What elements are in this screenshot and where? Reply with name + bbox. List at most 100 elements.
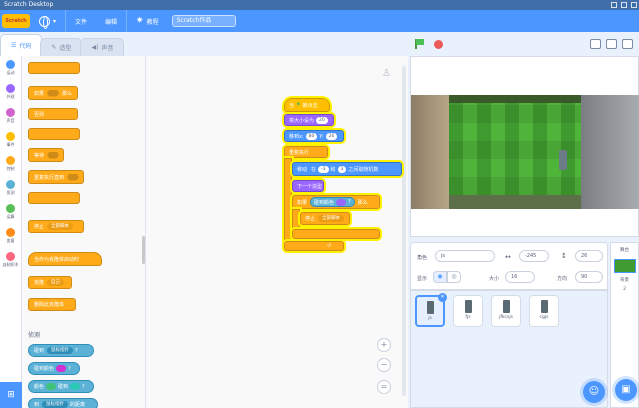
palette-block-stop[interactable]: 停止 全部脚本 [28, 220, 84, 233]
add-backdrop-button[interactable]: ▣ [615, 379, 637, 401]
zoom-reset-button[interactable]: = [377, 380, 391, 394]
question-mark: ? [68, 365, 71, 372]
stop-dropdown[interactable]: 全部脚本 [47, 223, 74, 230]
category-item[interactable]: 事件 [0, 128, 21, 152]
script-block-when-flag[interactable]: 当 ⚑ 被点击 [284, 98, 330, 112]
house-sprite [411, 95, 449, 209]
sprite-thumbnail[interactable]: fjs [453, 295, 483, 327]
color-swatch[interactable] [70, 383, 81, 390]
category-item[interactable]: 外观 [0, 80, 21, 104]
block-text: 克隆 [34, 280, 45, 286]
palette-block-repeat-until[interactable]: 重复执行直到 [28, 170, 84, 184]
sprite-thumbnail[interactable]: jfkcsjs [491, 295, 521, 327]
color-swatch[interactable] [56, 365, 67, 372]
large-stage-icon[interactable] [606, 39, 617, 49]
sprite-name-input[interactable]: js [435, 250, 495, 262]
maximize-icon[interactable] [621, 2, 627, 8]
edit-menu[interactable]: 编辑 [96, 10, 126, 32]
script-block-stop[interactable]: 停止 全部脚本 [300, 212, 350, 225]
close-icon[interactable] [631, 2, 637, 8]
color-swatch[interactable] [46, 383, 57, 390]
tab-sounds[interactable]: ◀) 声音 [80, 38, 125, 56]
y-input[interactable]: 26 [325, 132, 338, 140]
palette-scrollbar[interactable] [142, 236, 145, 264]
category-item[interactable]: 运算 [0, 200, 21, 224]
palette-block-c-end[interactable] [28, 128, 80, 140]
palette-block-else[interactable]: 否则 [28, 108, 78, 120]
zoom-out-button[interactable]: − [377, 358, 391, 372]
add-sprite-button[interactable]: ☺ [583, 381, 605, 403]
menu-bar: Scratch ▾ 文件 编辑 ✷ 教程 Scratch作品 [0, 10, 639, 32]
script-block-next-costume[interactable]: 下一个造型 [292, 180, 324, 192]
palette-block-distance[interactable]: 到鼠标指针 的距离 [28, 398, 98, 408]
sprite-image [540, 300, 548, 313]
sprite-size-input[interactable]: 16 [505, 271, 535, 283]
script-block-move-random[interactable]: 移动 在 -3 和 3 之间取随机数 [292, 162, 402, 176]
category-item[interactable]: 变量 [0, 224, 21, 248]
distance-dropdown[interactable]: 鼠标指针 [42, 401, 69, 408]
scratch-logo[interactable]: Scratch [2, 14, 30, 28]
stage-title: 舞台 [620, 248, 629, 253]
sprite-x-input[interactable]: -245 [519, 250, 549, 262]
random-from-input[interactable]: -3 [318, 165, 329, 173]
palette-block-c-end[interactable] [28, 62, 80, 74]
green-flag-button[interactable] [414, 39, 424, 49]
delete-sprite-icon[interactable]: ✕ [438, 293, 447, 302]
fullscreen-icon[interactable] [622, 39, 633, 49]
script-scrollbar[interactable] [402, 66, 406, 396]
palette-block-c-end[interactable] [28, 192, 80, 204]
lawn-backdrop [411, 95, 639, 209]
sprite-thumbnail[interactable]: js ✕ [415, 293, 447, 327]
palette-block-if[interactable]: 如果 那么 [28, 86, 78, 100]
category-item[interactable]: 运动 [0, 56, 21, 80]
block-text: 等待 [34, 152, 45, 159]
palette-block-create-clone[interactable]: 克隆 自己 [28, 276, 72, 289]
question-mark: ? [82, 383, 85, 390]
palette-block-wait-until[interactable]: 等待 [28, 148, 64, 162]
script-block-if[interactable]: 如果 碰到颜色? 那么 [292, 195, 380, 209]
palette-block-color-touching[interactable]: 颜色 碰到? [28, 380, 94, 393]
palette-block-touching-color[interactable]: 碰到颜色? [28, 362, 80, 375]
clone-dropdown[interactable]: 自己 [47, 279, 65, 286]
sprite-direction-input[interactable]: 90 [575, 271, 603, 283]
touching-color-condition[interactable]: 碰到颜色? [310, 197, 355, 207]
window-titlebar: Scratch Desktop [0, 0, 639, 10]
script-block-forever[interactable]: 重复执行 [284, 146, 328, 158]
tutorials-button[interactable]: ✷ 教程 [127, 10, 168, 32]
touching-dropdown[interactable]: 鼠标指针 [47, 347, 74, 354]
palette-block-touching[interactable]: 碰到 鼠标指针? [28, 344, 94, 357]
small-stage-icon[interactable] [590, 39, 601, 49]
tab-costumes[interactable]: ✎ 造型 [40, 38, 83, 56]
file-menu[interactable]: 文件 [66, 10, 96, 32]
category-item[interactable]: 控制 [0, 152, 21, 176]
sprite-thumbnail[interactable]: cgjs [529, 295, 559, 327]
stop-dropdown[interactable]: 全部脚本 [318, 215, 345, 222]
x-input[interactable]: 80 [305, 132, 318, 140]
hide-button[interactable]: ◎ [447, 271, 461, 283]
stage-header [408, 32, 639, 56]
sprite-thumbnail-label: jfkcsjs [499, 315, 513, 320]
script-block-set-size[interactable]: 将大小设为 20 [284, 114, 334, 126]
color-swatch[interactable] [336, 198, 347, 206]
language-menu[interactable]: ▾ [30, 10, 65, 32]
tab-code[interactable]: ☰ 代码 [0, 34, 43, 56]
size-input[interactable]: 20 [316, 116, 328, 124]
random-to-input[interactable]: 3 [337, 165, 347, 173]
stage-target-pane[interactable]: 舞台 背景 2 ▣ [610, 242, 639, 408]
category-item[interactable]: 自制积木 [0, 248, 21, 272]
palette-block-when-clone[interactable]: 当作为克隆体启动时 [28, 252, 102, 266]
zombie-sprite[interactable] [559, 150, 567, 170]
add-extension-button[interactable]: ⊞ [0, 382, 22, 408]
category-item[interactable]: 声音 [0, 104, 21, 128]
show-visible-button[interactable]: ◉ [433, 271, 447, 283]
project-title-input[interactable]: Scratch作品 [171, 15, 236, 27]
script-block-goto[interactable]: 移到x: 80 y: 26 [284, 130, 344, 142]
stop-button[interactable] [434, 39, 443, 49]
palette-block-delete-clone[interactable]: 删除此克隆体 [28, 298, 76, 311]
zoom-in-button[interactable]: + [377, 338, 391, 352]
category-item[interactable]: 侦测 [0, 176, 21, 200]
minimize-icon[interactable] [611, 2, 617, 8]
sprite-y-input[interactable]: 26 [575, 250, 603, 262]
stage-canvas[interactable] [410, 56, 639, 237]
block-text: 的距离 [70, 402, 86, 408]
